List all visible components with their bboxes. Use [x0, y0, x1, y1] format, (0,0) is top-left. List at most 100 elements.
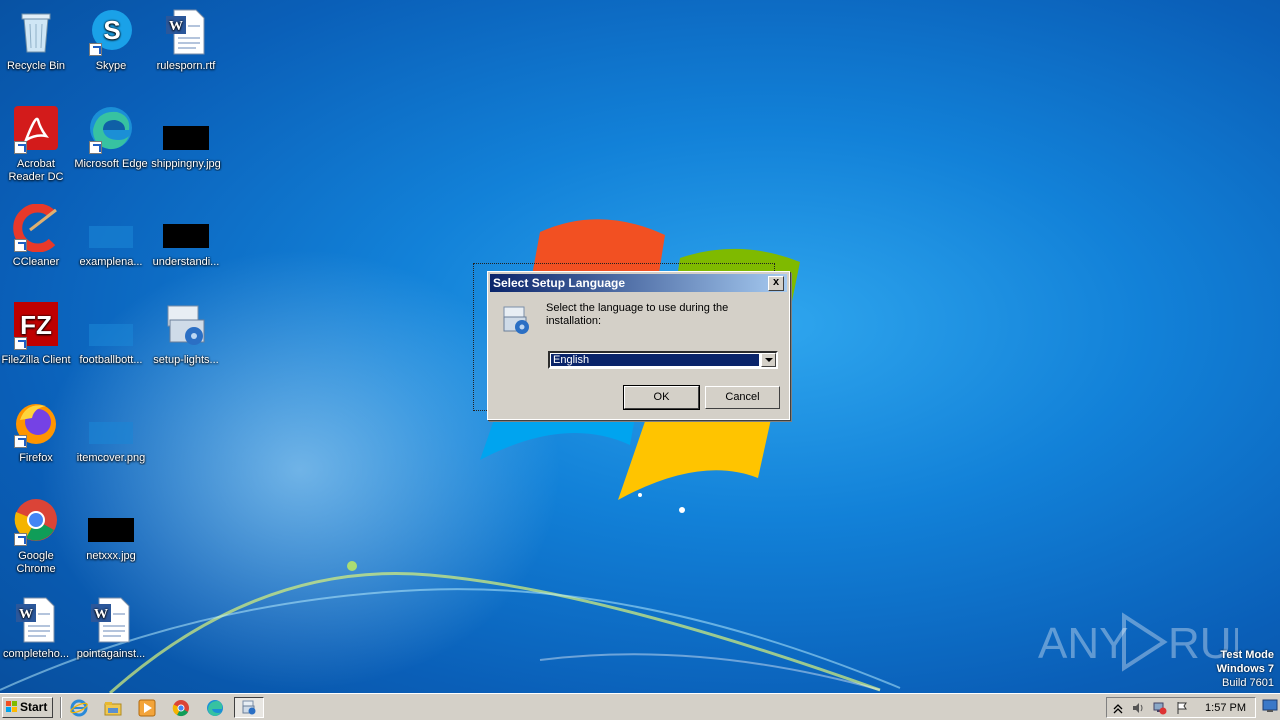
desktop-icon-label: setup-lights...: [153, 354, 219, 366]
recycle-bin-icon: [12, 8, 60, 56]
windows-logo-icon: [6, 701, 17, 712]
shortcut-arrow-icon: [14, 141, 27, 154]
internet-explorer-icon[interactable]: [70, 699, 88, 717]
dialog-title: Select Setup Language: [493, 276, 626, 290]
test-mode-watermark: Test Mode Windows 7 Build 7601: [1217, 648, 1274, 690]
desktop-icon-itemcover[interactable]: itemcover.png: [73, 400, 149, 465]
svg-text:S: S: [103, 15, 120, 45]
skype-icon: S: [87, 8, 135, 56]
cancel-button[interactable]: Cancel: [705, 386, 780, 409]
desktop-icon-footballbott[interactable]: footballbott...: [73, 302, 149, 367]
image-file-icon: [87, 302, 135, 350]
system-tray: 1:57 PM: [1106, 697, 1256, 718]
action-center-flag-icon[interactable]: [1175, 701, 1189, 715]
desktop-icon-label: Google Chrome: [16, 550, 56, 575]
acrobat-reader-icon: [12, 106, 60, 154]
desktop-icon-label: examplena...: [79, 256, 143, 268]
desktop-icon-label: Skype: [95, 60, 127, 72]
image-file-icon: [87, 498, 135, 546]
taskbar-separator: [60, 697, 62, 718]
image-file-icon: [87, 204, 135, 252]
svg-text:ANY: ANY: [1038, 619, 1128, 668]
svg-text:W: W: [19, 607, 33, 622]
desktop-icon-edge[interactable]: Microsoft Edge: [73, 106, 149, 171]
setup-installer-icon: [242, 700, 256, 715]
desktop-icon-setup-lights[interactable]: setup-lights...: [148, 302, 224, 367]
close-button[interactable]: x: [768, 276, 784, 291]
language-select[interactable]: English: [548, 351, 778, 369]
desktop-icon-ccleaner[interactable]: CCleaner: [0, 203, 74, 269]
chrome-icon: [12, 498, 60, 546]
watermark-line-3: Build 7601: [1222, 677, 1274, 689]
setup-installer-icon: [162, 302, 210, 350]
desktop-icon-label: Recycle Bin: [6, 60, 66, 72]
desktop-icon-label: footballbott...: [79, 354, 143, 366]
desktop-icon-label: Acrobat Reader DC: [8, 158, 64, 183]
chevron-up-icon[interactable]: [1111, 701, 1125, 715]
desktop-icon-shippingny[interactable]: shippingny.jpg: [148, 106, 224, 171]
svg-text:W: W: [169, 19, 183, 34]
network-icon[interactable]: [1153, 701, 1167, 715]
media-player-icon[interactable]: [138, 699, 156, 717]
svg-text:FZ: FZ: [20, 310, 52, 340]
desktop-icon-examplena[interactable]: examplena...: [73, 204, 149, 269]
taskbar-setup-window[interactable]: [234, 697, 264, 718]
watermark-line-2: Windows 7: [1216, 663, 1274, 675]
shortcut-arrow-icon: [14, 533, 27, 546]
desktop-icon-label: pointagainst...: [76, 648, 146, 660]
chevron-down-icon[interactable]: [761, 353, 776, 367]
file-explorer-icon[interactable]: [104, 699, 122, 717]
edge-icon: [87, 106, 135, 154]
desktop-icon-skype[interactable]: S Skype: [73, 8, 149, 73]
shortcut-arrow-icon: [14, 239, 27, 252]
ccleaner-icon: [12, 203, 60, 253]
language-selected-value: English: [551, 354, 759, 366]
desktop-icon-label: completeho...: [2, 648, 70, 660]
desktop-icon-pointagainst[interactable]: W pointagainst...: [73, 596, 149, 661]
desktop-icon-label: itemcover.png: [76, 452, 146, 464]
show-desktop-icon[interactable]: [1262, 699, 1278, 713]
select-setup-language-dialog: Select Setup Language x Select the langu…: [487, 271, 790, 420]
anyrun-watermark-logo: ANY RUN: [1038, 612, 1238, 672]
filezilla-icon: FZ: [12, 302, 60, 350]
image-file-icon: [87, 400, 135, 448]
desktop-icon-recycle-bin[interactable]: Recycle Bin: [0, 8, 74, 73]
close-icon: x: [772, 276, 780, 288]
chrome-icon[interactable]: [172, 699, 190, 717]
image-file-icon: [162, 204, 210, 252]
clock[interactable]: 1:57 PM: [1205, 702, 1246, 714]
desktop-icon-label: Microsoft Edge: [74, 158, 148, 170]
shortcut-arrow-icon: [89, 141, 102, 154]
desktop-icon-label: understandi...: [152, 256, 220, 268]
watermark-line-1: Test Mode: [1220, 649, 1274, 661]
desktop-icon-completeho[interactable]: W completeho...: [0, 596, 74, 661]
desktop-icon-label: FileZilla Client: [1, 354, 71, 366]
ok-button[interactable]: OK: [623, 385, 700, 410]
desktop-icon-rulesporn[interactable]: W rulesporn.rtf: [148, 8, 224, 73]
desktop-icon-label: CCleaner: [12, 256, 60, 268]
desktop-icon-label: netxxx.jpg: [86, 550, 136, 562]
dialog-titlebar[interactable]: Select Setup Language x: [490, 274, 787, 292]
shortcut-arrow-icon: [89, 43, 102, 56]
desktop-icon-firefox[interactable]: Firefox: [0, 400, 74, 465]
shortcut-arrow-icon: [14, 337, 27, 350]
word-document-icon: W: [162, 8, 210, 56]
desktop-icon-netxxx[interactable]: netxxx.jpg: [73, 498, 149, 563]
desktop-icon-acrobat[interactable]: Acrobat Reader DC: [0, 106, 74, 184]
taskbar: Start 1:57 PM: [0, 693, 1280, 720]
edge-icon[interactable]: [206, 699, 224, 717]
volume-icon[interactable]: [1131, 701, 1145, 715]
desktop-icon-label: shippingny.jpg: [151, 158, 221, 170]
setup-installer-icon: [500, 305, 532, 337]
start-label: Start: [20, 700, 48, 714]
shortcut-arrow-icon: [14, 435, 27, 448]
word-document-icon: W: [12, 596, 60, 644]
start-button[interactable]: Start: [2, 697, 53, 718]
desktop-icon-understandi[interactable]: understandi...: [148, 204, 224, 269]
word-document-icon: W: [87, 596, 135, 644]
svg-text:W: W: [94, 607, 108, 622]
desktop-icon-filezilla[interactable]: FZ FileZilla Client: [0, 302, 74, 367]
desktop-icon-chrome[interactable]: Google Chrome: [0, 498, 74, 576]
desktop-icon-label: rulesporn.rtf: [156, 60, 216, 72]
dialog-prompt: Select the language to use during the in…: [546, 302, 729, 327]
